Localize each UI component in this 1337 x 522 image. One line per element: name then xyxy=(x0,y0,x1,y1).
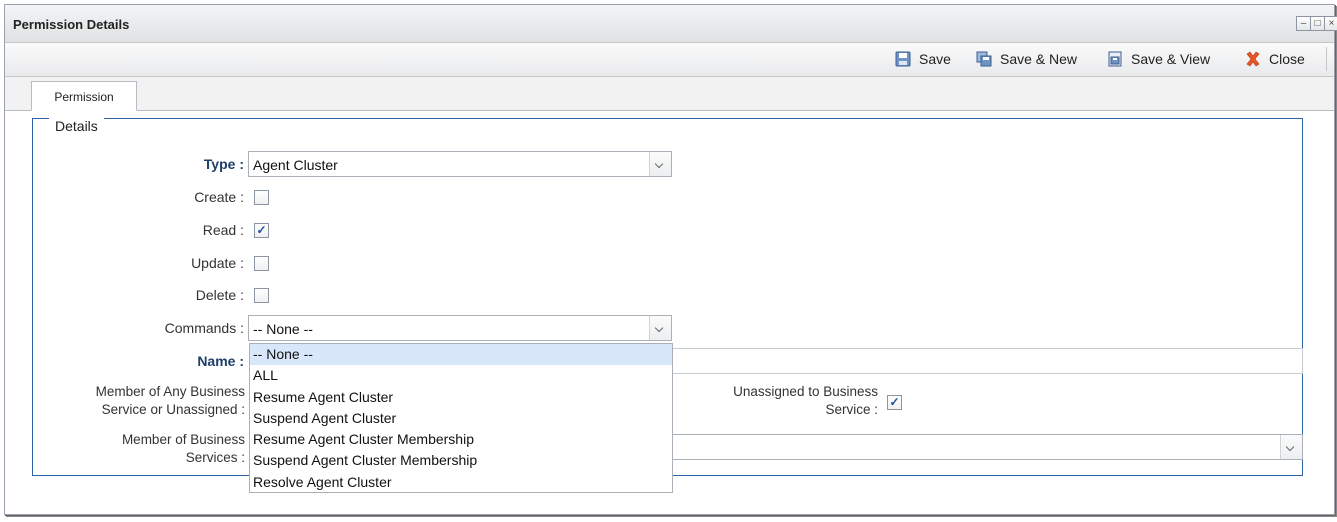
member-any-label-line1: Member of Any Business xyxy=(95,384,245,399)
close-window-icon[interactable]: × xyxy=(1324,16,1337,31)
save-new-icon xyxy=(976,51,992,67)
unassigned-label: Unassigned to Business Service : xyxy=(670,383,878,419)
save-and-view-label: Save & View xyxy=(1131,51,1211,67)
create-checkbox[interactable] xyxy=(254,190,269,205)
update-label: Update : xyxy=(191,255,244,271)
member-bs-label: Member of Business Services : xyxy=(40,431,245,467)
tab-strip: Permission xyxy=(5,77,1334,111)
save-button[interactable]: Save xyxy=(895,49,951,69)
type-select[interactable]: Agent Cluster xyxy=(248,151,672,177)
commands-label: Commands : xyxy=(164,320,244,336)
commands-select[interactable]: -- None -- xyxy=(248,315,672,341)
dropdown-option[interactable]: Suspend Agent Cluster xyxy=(250,408,672,429)
member-bs-label-line2: Services : xyxy=(185,450,245,465)
dropdown-option[interactable]: Resume Agent Cluster xyxy=(250,387,672,408)
unassigned-label-line1: Unassigned to Business xyxy=(733,384,878,399)
create-label: Create : xyxy=(194,189,244,205)
tab-permission[interactable]: Permission xyxy=(31,81,137,111)
name-label: Name : xyxy=(197,353,244,369)
chevron-down-icon[interactable] xyxy=(649,152,671,176)
close-label: Close xyxy=(1269,51,1305,67)
maximize-icon[interactable]: □ xyxy=(1310,16,1325,31)
type-value: Agent Cluster xyxy=(253,157,338,173)
close-button[interactable]: Close xyxy=(1245,49,1305,69)
chevron-down-icon[interactable] xyxy=(1280,435,1302,459)
dropdown-option[interactable]: Resume Agent Cluster Membership xyxy=(250,429,672,450)
save-and-new-button[interactable]: Save & New xyxy=(976,49,1077,69)
toolbar: Save Save & New Save & View Close xyxy=(5,43,1334,77)
update-checkbox[interactable] xyxy=(254,256,269,271)
chevron-down-icon[interactable] xyxy=(649,316,671,340)
window-title: Permission Details xyxy=(13,17,130,32)
save-and-new-label: Save & New xyxy=(1000,51,1078,67)
unassigned-checkbox[interactable]: ✓ xyxy=(887,395,902,410)
save-view-icon xyxy=(1108,51,1122,67)
read-label: Read : xyxy=(202,222,244,238)
dropdown-option[interactable]: Resolve Agent Cluster xyxy=(250,472,672,493)
member-bs-label-line1: Member of Business xyxy=(121,432,245,447)
delete-label: Delete : xyxy=(195,287,244,303)
dropdown-option[interactable]: Suspend Agent Cluster Membership xyxy=(250,450,672,471)
save-and-view-button[interactable]: Save & View xyxy=(1107,49,1210,69)
toolbar-divider xyxy=(1326,47,1327,71)
save-icon xyxy=(895,51,911,67)
window-titlebar: Permission Details – □ × xyxy=(5,5,1337,43)
close-x-icon xyxy=(1246,51,1260,67)
member-any-label-line2: Service or Unassigned : xyxy=(101,402,245,417)
delete-checkbox[interactable] xyxy=(254,288,269,303)
member-any-label: Member of Any Business Service or Unassi… xyxy=(40,383,245,419)
unassigned-label-line2: Service : xyxy=(825,402,878,417)
minimize-icon[interactable]: – xyxy=(1296,16,1311,31)
details-legend: Details xyxy=(49,118,104,134)
commands-dropdown-list: -- None -- ALL Resume Agent Cluster Susp… xyxy=(249,343,673,493)
save-label: Save xyxy=(919,51,951,67)
commands-value: -- None -- xyxy=(253,321,313,337)
read-checkbox[interactable]: ✓ xyxy=(254,223,269,238)
type-label: Type : xyxy=(203,156,244,172)
dropdown-option[interactable]: -- None -- xyxy=(250,344,672,366)
dropdown-option[interactable]: ALL xyxy=(250,365,672,386)
